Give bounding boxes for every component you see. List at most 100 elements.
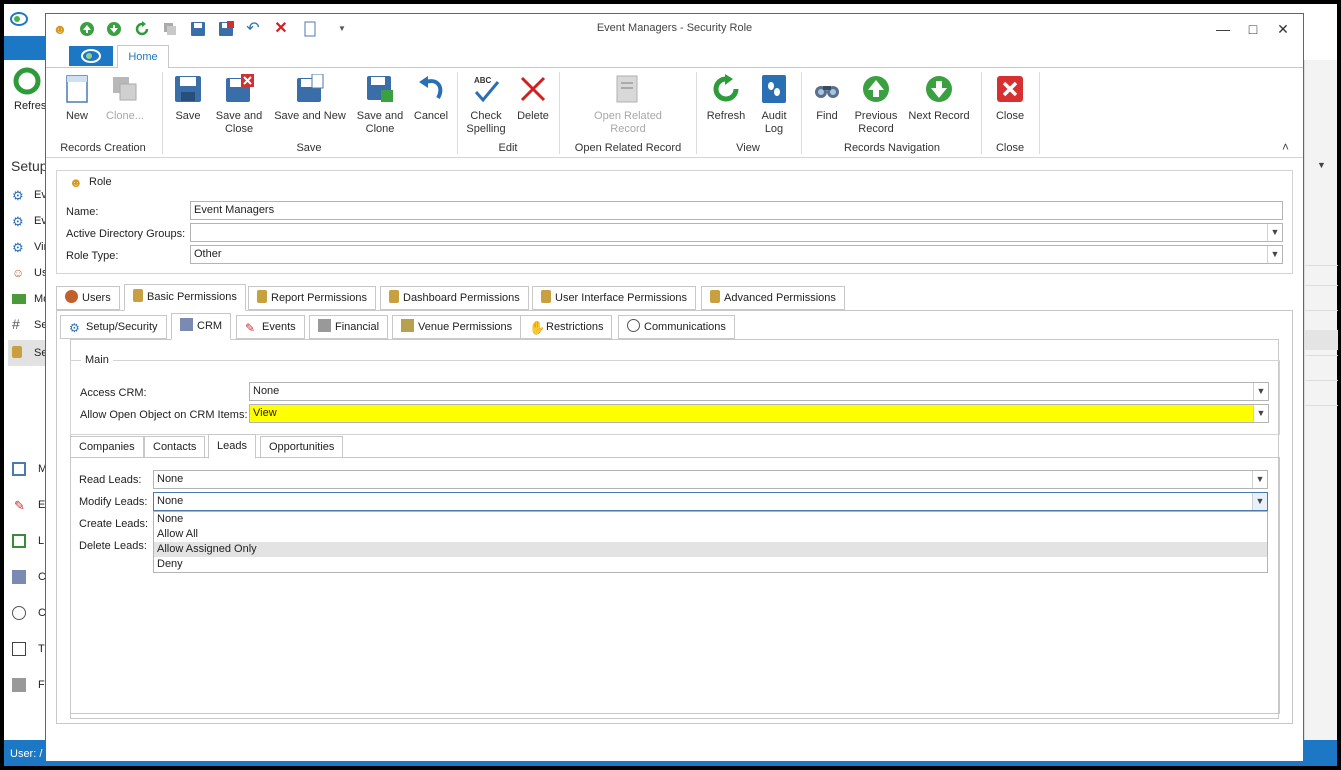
binoculars-icon — [815, 86, 839, 98]
save-clone-icon — [367, 76, 393, 102]
tab-setup-security[interactable]: ⚙ Setup/Security — [60, 315, 167, 339]
chevron-down-icon[interactable]: ▼ — [1267, 246, 1282, 263]
background-refresh-icon[interactable] — [12, 66, 48, 96]
lock-icon — [710, 290, 720, 303]
tab-contacts[interactable]: Contacts — [144, 436, 206, 458]
svg-text:ABC: ABC — [474, 76, 492, 85]
pin-icon: ✎ — [14, 498, 25, 513]
nav-item[interactable]: T — [38, 643, 45, 655]
next-record-button[interactable]: Next Record — [906, 74, 972, 123]
tab-restrictions[interactable]: ✋Restrictions — [520, 315, 613, 339]
tab-basic-permissions[interactable]: Basic Permissions — [124, 284, 246, 311]
read-leads-dropdown[interactable]: None ▼ — [153, 470, 1268, 489]
module-icon — [12, 294, 26, 304]
name-field[interactable]: Event Managers — [190, 201, 1283, 220]
chat-icon — [627, 319, 640, 332]
chevron-down-icon[interactable]: ▼ — [1317, 160, 1326, 170]
close-icon — [997, 76, 1023, 102]
company-icon — [180, 318, 193, 331]
main-section-title: Main — [81, 354, 113, 366]
app-logo-icon — [10, 12, 28, 26]
background-sidebar: ⚙ Ev ⚙ Ev ⚙ Vir ☺ Us Mo # Se Se — [8, 188, 49, 368]
tab-communications[interactable]: Communications — [618, 315, 735, 339]
users-icon — [65, 290, 78, 303]
gear-icon: ⚙ — [12, 188, 24, 203]
audit-log-button[interactable]: Audit Log — [756, 74, 792, 136]
gear-icon: ⚙ — [69, 321, 80, 335]
maximize-button[interactable]: □ — [1238, 18, 1268, 40]
tab-leads[interactable]: Leads — [208, 434, 256, 459]
create-leads-label: Create Leads: — [79, 518, 149, 530]
spell-check-icon: ABC — [474, 76, 500, 103]
name-label: Name: — [66, 206, 99, 218]
background-file-tab — [4, 36, 49, 60]
calculator-icon — [12, 678, 26, 692]
save-icon — [175, 76, 201, 102]
home-icon — [12, 462, 26, 476]
dropdown-option[interactable]: Allow All — [154, 527, 1267, 542]
tab-report-permissions[interactable]: Report Permissions — [248, 286, 376, 310]
new-button[interactable]: New — [58, 74, 96, 123]
close-window-button[interactable]: ✕ — [1268, 18, 1298, 40]
save-and-close-button[interactable]: Save and Close — [213, 74, 265, 136]
file-tab[interactable] — [69, 46, 113, 66]
check-spelling-button[interactable]: ABC Check Spelling — [464, 74, 508, 136]
access-crm-dropdown[interactable]: None ▼ — [249, 382, 1269, 401]
role-type-label: Role Type: — [66, 250, 119, 262]
dropdown-option-highlighted[interactable]: Allow Assigned Only — [154, 542, 1267, 557]
lock-icon — [12, 346, 22, 358]
allow-open-object-dropdown[interactable]: View ▼ — [249, 404, 1269, 423]
save-button[interactable]: Save — [172, 74, 204, 123]
clone-button[interactable]: Clone... — [102, 74, 148, 123]
task-icon — [12, 642, 26, 656]
title-bar: ☻ ↶ ✕ ▼ Event Managers - Security Role —… — [46, 14, 1303, 44]
tab-user-interface-permissions[interactable]: User Interface Permissions — [532, 286, 697, 310]
find-button[interactable]: Find — [810, 74, 844, 123]
refresh-button[interactable]: Refresh — [704, 74, 748, 123]
lock-icon — [389, 290, 399, 303]
tab-venue-permissions[interactable]: Venue Permissions — [392, 315, 522, 339]
tab-financial[interactable]: Financial — [309, 315, 389, 339]
read-leads-label: Read Leads: — [79, 474, 142, 486]
group-open-related-record: Open Related Record — [574, 142, 682, 154]
ad-groups-dropdown[interactable]: ▼ — [190, 223, 1283, 242]
nav-item[interactable]: F — [38, 679, 45, 691]
dropdown-option[interactable]: Deny — [154, 557, 1267, 572]
tab-opportunities[interactable]: Opportunities — [260, 436, 344, 458]
chevron-down-icon[interactable]: ▼ — [1252, 471, 1267, 488]
window-title: Event Managers - Security Role — [596, 22, 753, 34]
close-button[interactable]: Close — [992, 74, 1028, 123]
role-type-dropdown[interactable]: Other ▼ — [190, 245, 1283, 264]
save-and-clone-button[interactable]: Save and Clone — [354, 74, 406, 136]
refresh-icon — [713, 74, 739, 102]
chevron-down-icon[interactable]: ▼ — [1252, 493, 1267, 510]
lock-icon — [541, 290, 551, 303]
tab-users[interactable]: Users — [56, 286, 120, 310]
nav-item[interactable]: L — [38, 535, 44, 547]
chevron-down-icon[interactable]: ▼ — [1267, 224, 1282, 241]
delete-button[interactable]: Delete — [512, 74, 554, 123]
tab-events[interactable]: ✎ Events — [236, 315, 305, 339]
collapse-ribbon-icon[interactable]: ˄ — [1282, 140, 1289, 154]
chevron-down-icon[interactable]: ▼ — [1253, 405, 1268, 422]
related-record-icon — [616, 75, 638, 103]
down-arrow-icon — [926, 76, 952, 102]
tab-companies[interactable]: Companies — [70, 436, 144, 458]
chevron-down-icon[interactable]: ▼ — [1253, 383, 1268, 400]
tab-crm[interactable]: CRM — [171, 313, 232, 340]
open-related-record-button[interactable]: Open Related Record — [586, 74, 670, 136]
minimize-button[interactable]: — — [1208, 18, 1238, 40]
cancel-button[interactable]: Cancel — [412, 74, 450, 123]
gear-icon: ⚙ — [12, 214, 24, 229]
leads-icon — [12, 534, 26, 548]
previous-record-button[interactable]: Previous Record — [852, 74, 900, 136]
background-refresh-label: Refres — [14, 100, 47, 112]
tab-advanced-permissions[interactable]: Advanced Permissions — [701, 286, 845, 310]
modify-leads-dropdown[interactable]: None ▼ — [153, 492, 1268, 511]
group-close: Close — [995, 142, 1025, 154]
tab-home[interactable]: Home — [117, 45, 169, 69]
tab-dashboard-permissions[interactable]: Dashboard Permissions — [380, 286, 529, 310]
modify-leads-label: Modify Leads: — [79, 496, 148, 508]
dropdown-option[interactable]: None — [154, 512, 1267, 527]
save-and-new-button[interactable]: Save and New — [272, 73, 348, 123]
